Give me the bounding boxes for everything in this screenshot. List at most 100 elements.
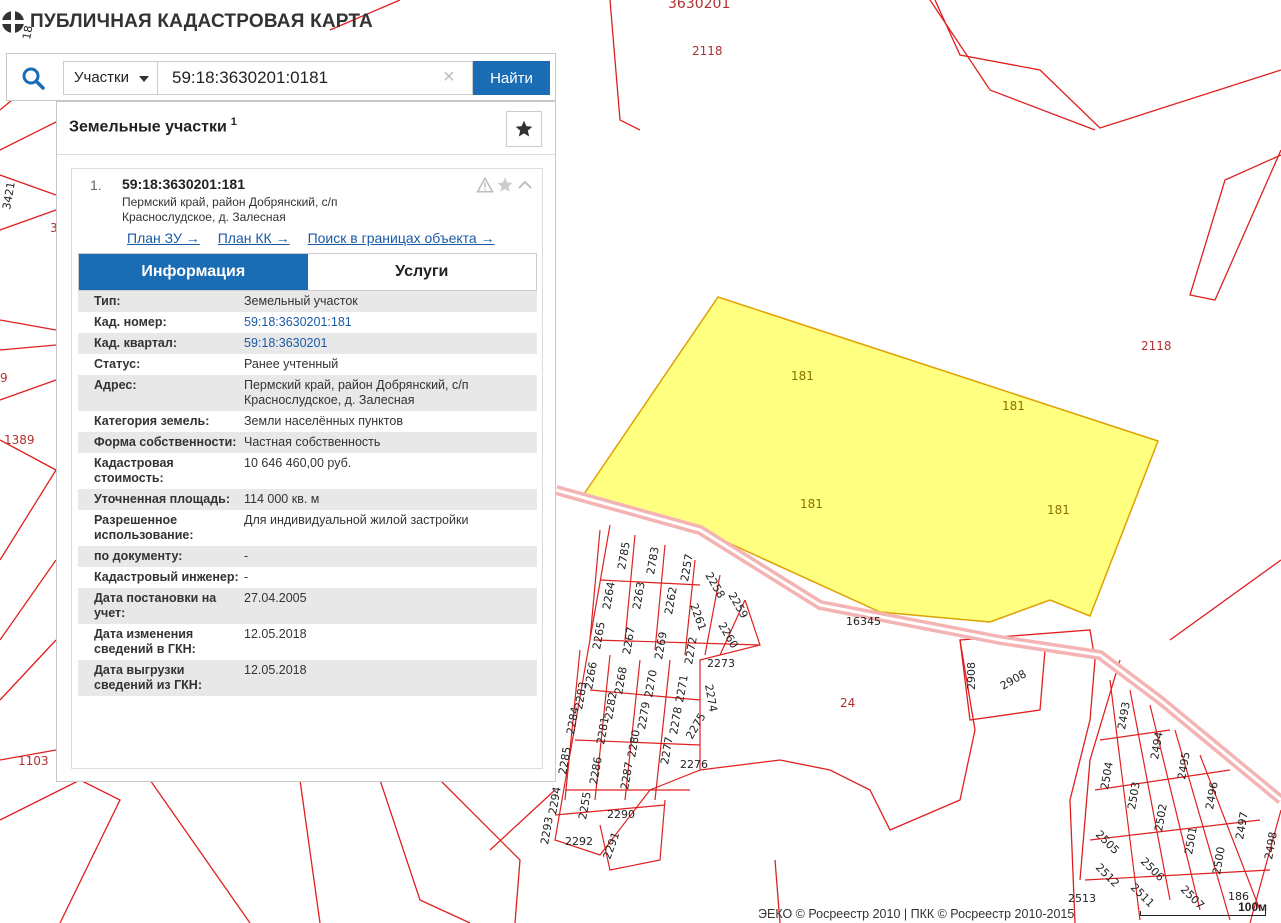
info-value: 27.04.2005 — [244, 588, 537, 624]
link-quarter-plan[interactable]: План КК → — [218, 230, 290, 246]
results-panel: Земельные участки 1 1. 59:18:3630201:181 … — [56, 101, 556, 782]
info-value: Для индивидуальной жилой застройки — [244, 513, 469, 527]
result-actions — [476, 176, 534, 194]
result-item: 1. 59:18:3630201:181 Пермский край, райо… — [71, 168, 543, 769]
star-icon[interactable] — [496, 176, 514, 194]
cadastral-logo-icon — [2, 11, 24, 33]
map-label-181: 181 — [791, 369, 814, 383]
link-parcel-plan[interactable]: План ЗУ → — [127, 230, 200, 246]
result-number: 1. — [90, 177, 102, 193]
info-value[interactable]: 59:18:3630201:181 — [244, 312, 537, 333]
search-type-value: Участки — [74, 69, 129, 86]
info-key: Тип: — [78, 291, 244, 312]
scale-bar: 100м — [1140, 900, 1275, 920]
info-row: Адрес: Пермский край, район Добрянский, с… — [78, 375, 537, 411]
info-row: Категория земель: Земли населённых пункто… — [78, 411, 537, 432]
info-key: Кад. номер: — [94, 315, 167, 329]
info-row: Статус: Ранее учтенный — [78, 354, 537, 375]
search-icon[interactable] — [21, 66, 45, 90]
info-tabs: Информация Услуги — [78, 253, 537, 291]
map-label-181: 181 — [800, 497, 823, 511]
info-row: Тип: Земельный участок — [78, 291, 537, 312]
map-label-2908: 2908 — [965, 662, 978, 690]
result-address: Пермский край, район Добрянский, с/п Кра… — [122, 195, 338, 224]
info-row: Кадастровая стоимость: 10 646 460,00 руб. — [78, 453, 537, 489]
tab-info[interactable]: Информация — [79, 254, 308, 290]
map-label-2513: 2513 — [1068, 892, 1096, 905]
info-row: Кад. квартал: 59:18:3630201 — [78, 333, 537, 354]
info-key: по документу: — [78, 546, 244, 567]
map-label-2273: 2273 — [707, 657, 735, 670]
result-cadastral-number[interactable]: 59:18:3630201:181 — [122, 176, 245, 192]
info-key: Адрес: — [78, 375, 244, 411]
result-links: План ЗУ → План КК → Поиск в границах объ… — [127, 230, 495, 246]
info-value: 12.05.2018 — [244, 660, 537, 696]
search-bar: Участки × Найти — [6, 53, 556, 101]
info-value: 114 000 кв. м — [244, 489, 537, 510]
map-attribution: ЭЕКО © Росреестр 2010 | ПКК © Росреестр … — [758, 907, 1075, 921]
results-count: 1 — [230, 116, 237, 128]
info-row: Дата постановки на учет: 27.04.2005 — [78, 588, 537, 624]
results-heading: Земельные участки 1 — [69, 116, 237, 136]
info-row: Кадастровый инженер: - — [78, 567, 537, 588]
map-label-2276: 2276 — [680, 758, 708, 771]
info-value[interactable]: 59:18:3630201 — [244, 333, 537, 354]
info-value: - — [244, 546, 537, 567]
app-title: ПУБЛИЧНАЯ КАДАСТРОВАЯ КАРТА — [30, 11, 373, 32]
favorites-button[interactable] — [506, 111, 542, 147]
info-value: 10 646 460,00 руб. — [244, 456, 352, 470]
info-value: Частная собственность — [244, 432, 537, 453]
map-label-1103: 1103 — [18, 754, 49, 768]
info-row: Разрешенное использование: Для индивидуал… — [78, 510, 537, 546]
info-key: Дата постановки на учет: — [78, 588, 244, 624]
results-heading-label: Земельные участки — [69, 118, 227, 136]
info-value: Ранее учтенный — [244, 357, 339, 371]
warning-icon[interactable] — [476, 176, 494, 194]
chevron-down-icon — [139, 76, 149, 82]
info-table: Тип: Земельный участок Кад. номер: 59:18:36… — [78, 291, 537, 696]
info-key: Категория земель: — [94, 414, 210, 428]
map-label-2292: 2292 — [565, 835, 593, 848]
star-icon — [515, 120, 533, 137]
map-label-16345: 16345 — [846, 615, 881, 628]
info-key: Статус: — [94, 357, 141, 371]
map-label-24: 24 — [840, 696, 855, 710]
info-row: Уточненная площадь: 114 000 кв. м — [78, 489, 537, 510]
chevron-up-icon[interactable] — [516, 176, 534, 194]
info-key: Дата изменения сведений в ГКН: — [94, 627, 196, 656]
info-value: Пермский край, район Добрянский, с/п Кра… — [244, 375, 537, 411]
info-row: Форма собственности: Частная собственност… — [78, 432, 537, 453]
info-row: по документу: - — [78, 546, 537, 567]
map-label-2118: 2118 — [1141, 339, 1172, 353]
brand-header: ПУБЛИЧНАЯ КАДАСТРОВАЯ КАРТА — [0, 8, 373, 36]
quarter-number-label: 3630201 — [668, 0, 730, 12]
map-label-1389: 1389 — [4, 433, 35, 447]
info-row: Дата изменения сведений в ГКН: 12.05.2018 — [78, 624, 537, 660]
map-label-181: 181 — [1047, 503, 1070, 517]
info-key: Кад. квартал: — [78, 333, 244, 354]
info-value: Земельный участок — [244, 291, 537, 312]
map-label-181: 181 — [1002, 399, 1025, 413]
info-row: Дата выгрузки сведений из ГКН: 12.05.2018 — [78, 660, 537, 696]
info-key: Дата выгрузки сведений из ГКН: — [78, 660, 244, 696]
link-search-in-bounds[interactable]: Поиск в границах объекта → — [308, 230, 495, 246]
info-key: Кадастровый инженер: — [94, 570, 239, 584]
scale-line — [1140, 911, 1266, 916]
tab-services[interactable]: Услуги — [307, 254, 536, 290]
find-button[interactable]: Найти — [473, 61, 550, 95]
info-key: Форма собственности: — [78, 432, 244, 453]
search-type-select[interactable]: Участки — [63, 61, 158, 95]
divider — [57, 154, 555, 155]
map-label-2118: 2118 — [692, 44, 723, 58]
info-row: Кад. номер: 59:18:3630201:181 — [78, 312, 537, 333]
map-label-9: 9 — [0, 371, 8, 385]
info-key: Уточненная площадь: — [78, 489, 244, 510]
info-key: Кадастровая стоимость: — [94, 456, 174, 485]
info-key: Разрешенное использование: — [94, 513, 194, 542]
search-input[interactable] — [157, 61, 473, 95]
info-value: Земли населённых пунктов — [244, 414, 403, 428]
clear-icon[interactable]: × — [443, 67, 455, 87]
map-label-2290: 2290 — [607, 808, 635, 821]
info-value: - — [244, 570, 249, 584]
info-value: 12.05.2018 — [244, 627, 307, 641]
